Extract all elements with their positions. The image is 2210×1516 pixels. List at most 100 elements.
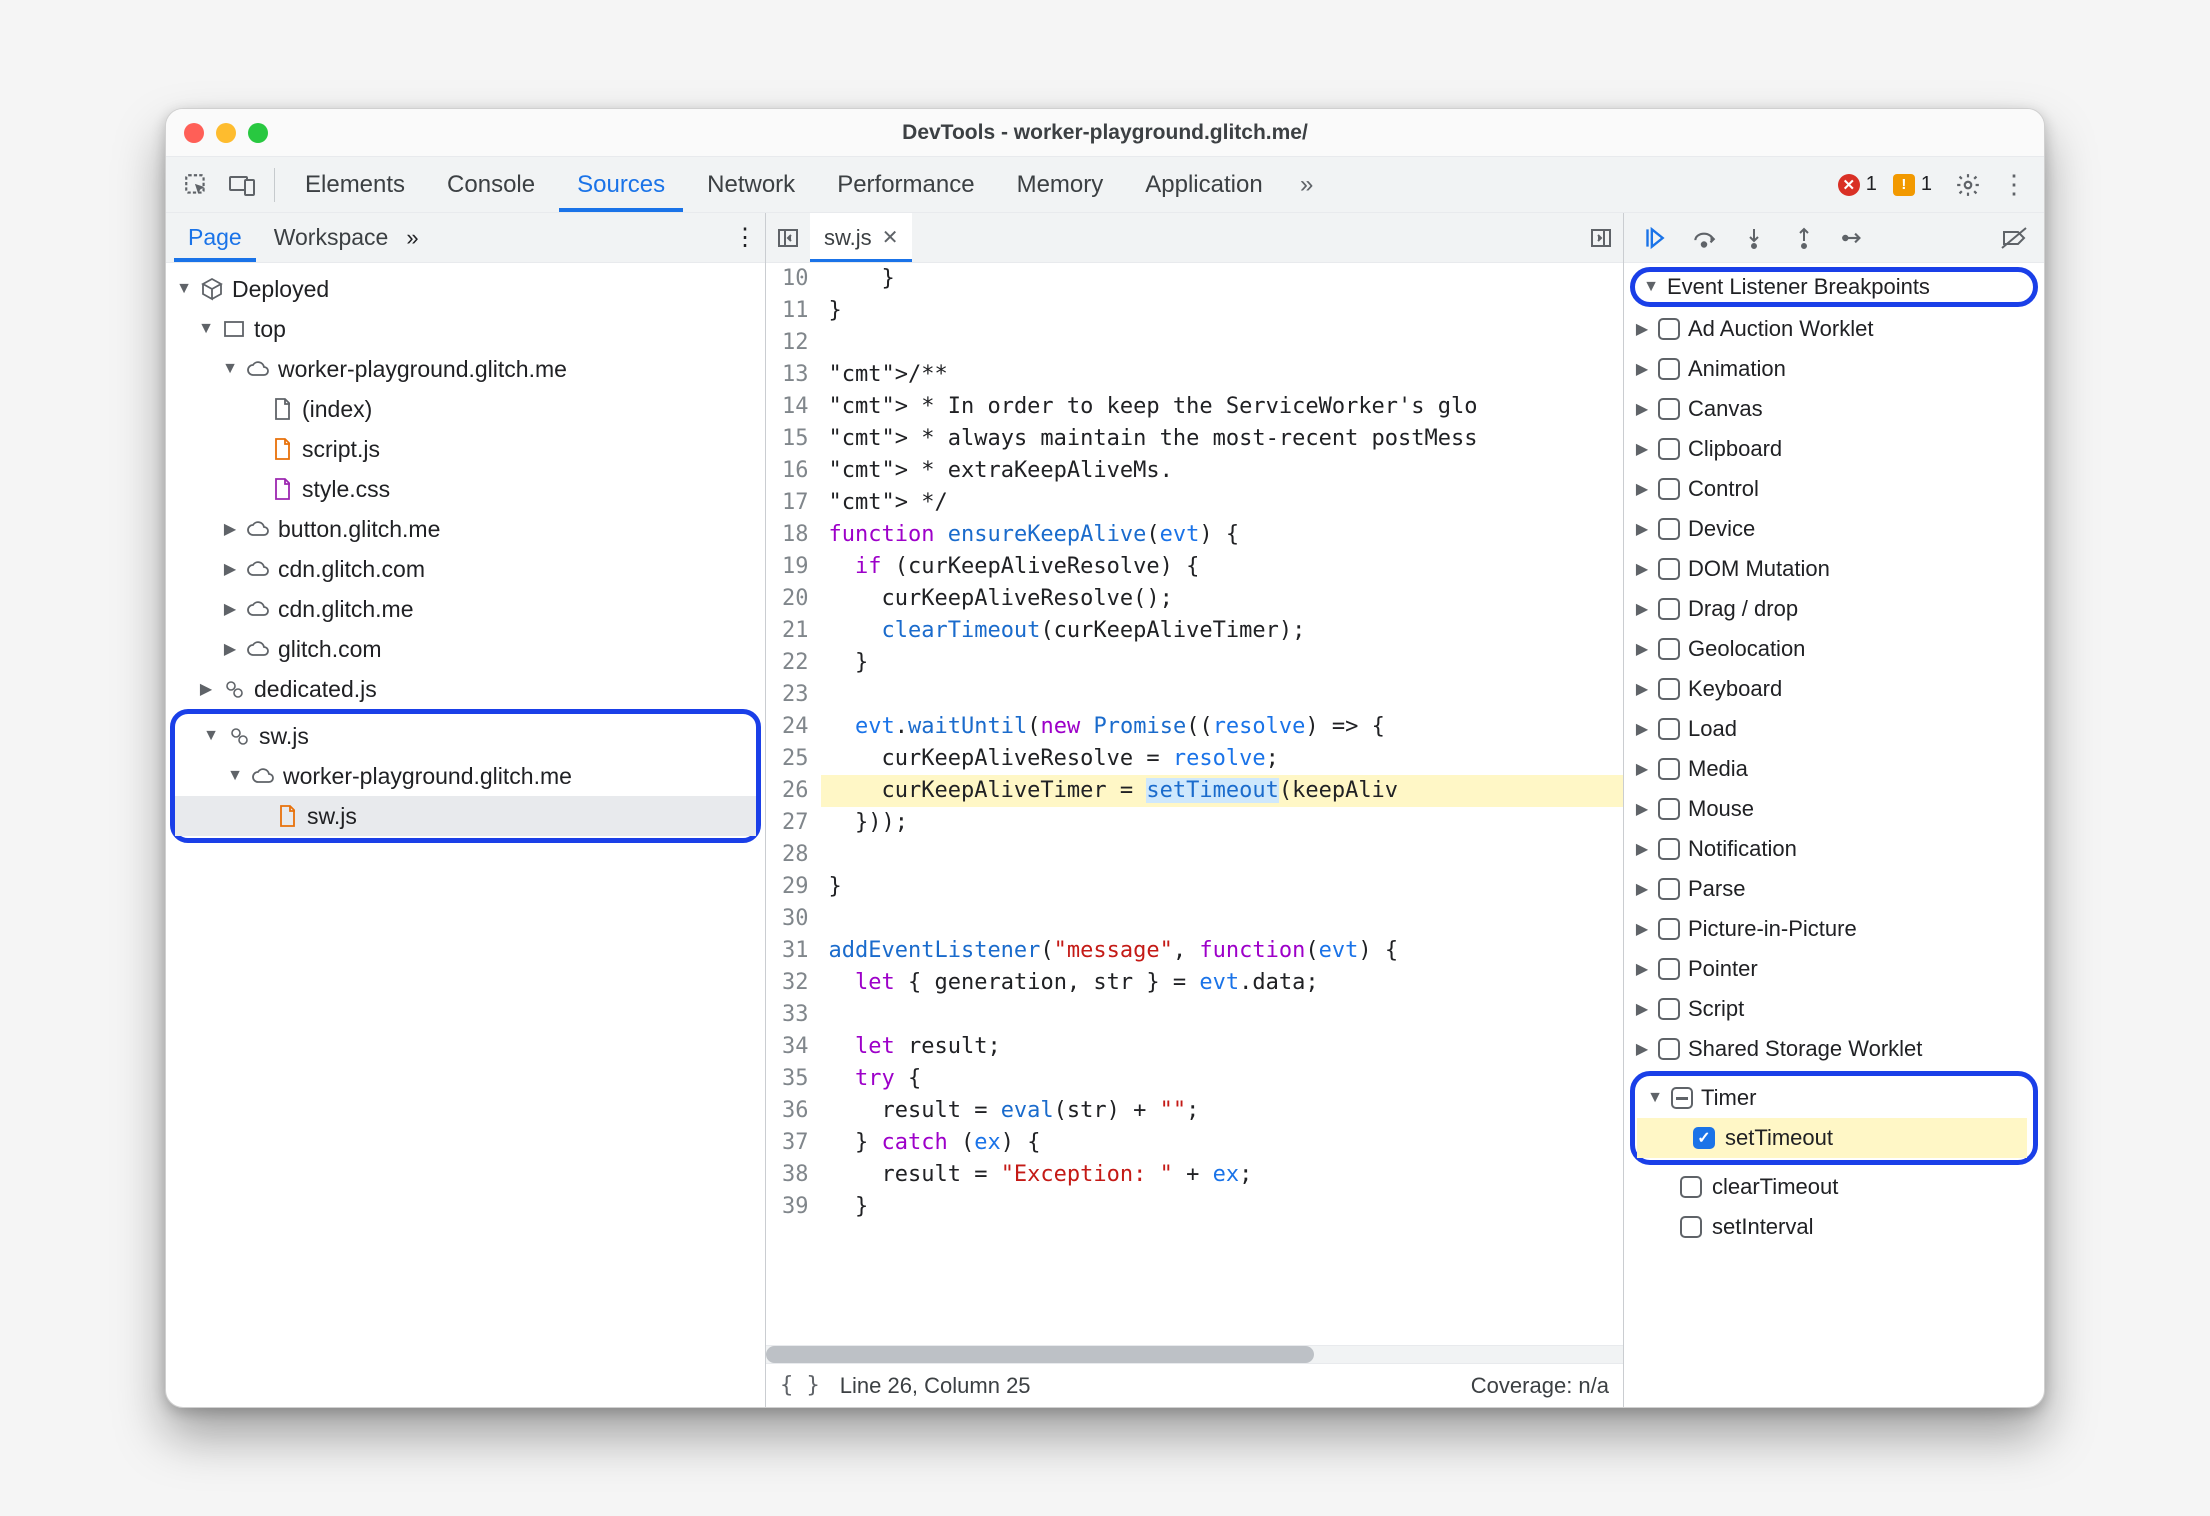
step-into-icon[interactable] <box>1732 218 1776 258</box>
category-timer[interactable]: ▼ Timer <box>1637 1078 2027 1118</box>
checkbox[interactable] <box>1658 398 1680 420</box>
editor-tabs: sw.js ✕ <box>766 213 1623 263</box>
checkbox-timer[interactable] <box>1671 1087 1693 1109</box>
tree-sw-root[interactable]: ▼ sw.js <box>175 716 756 756</box>
category-dom-mutation[interactable]: ▶DOM Mutation <box>1624 549 2044 589</box>
checkbox-settimeout[interactable] <box>1693 1127 1715 1149</box>
checkbox[interactable] <box>1658 998 1680 1020</box>
tree-file-stylecss[interactable]: style.css <box>170 469 761 509</box>
category-shared-storage-worklet[interactable]: ▶Shared Storage Worklet <box>1624 1029 2044 1069</box>
category-load[interactable]: ▶Load <box>1624 709 2044 749</box>
toggle-navigator-icon[interactable] <box>766 213 810 262</box>
checkbox[interactable] <box>1658 878 1680 900</box>
tree-origin-glitch[interactable]: ▶ glitch.com <box>170 629 761 669</box>
close-tab-icon[interactable]: ✕ <box>882 225 899 250</box>
checkbox[interactable] <box>1658 558 1680 580</box>
step-icon[interactable] <box>1832 218 1876 258</box>
tree-file-scriptjs[interactable]: script.js <box>170 429 761 469</box>
category-pointer[interactable]: ▶Pointer <box>1624 949 2044 989</box>
category-drag-drop[interactable]: ▶Drag / drop <box>1624 589 2044 629</box>
navigator-tabs: Page Workspace » ⋮ <box>166 213 765 263</box>
category-picture-in-picture[interactable]: ▶Picture-in-Picture <box>1624 909 2044 949</box>
category-media[interactable]: ▶Media <box>1624 749 2044 789</box>
checkbox[interactable] <box>1658 358 1680 380</box>
checkbox[interactable] <box>1658 758 1680 780</box>
breakpoint-cleartimeout[interactable]: clearTimeout <box>1624 1167 2044 1207</box>
resume-icon[interactable] <box>1632 218 1676 258</box>
settings-icon[interactable] <box>1948 165 1988 205</box>
tab-performance[interactable]: Performance <box>819 157 992 212</box>
tree-origin-cdncom[interactable]: ▶ cdn.glitch.com <box>170 549 761 589</box>
tree-sw-file[interactable]: sw.js <box>175 796 756 836</box>
tree-root-deployed[interactable]: ▼ Deployed <box>170 269 761 309</box>
file-tree[interactable]: ▼ Deployed ▼ top ▼ worker-playground.gli… <box>166 263 765 1407</box>
checkbox[interactable] <box>1658 318 1680 340</box>
event-listener-breakpoints-header[interactable]: ▼ Event Listener Breakpoints <box>1630 267 2038 307</box>
tree-origin-cdnme[interactable]: ▶ cdn.glitch.me <box>170 589 761 629</box>
more-tabs-icon[interactable]: » <box>1287 165 1327 205</box>
tab-console[interactable]: Console <box>429 157 553 212</box>
tree-origin-main[interactable]: ▼ worker-playground.glitch.me <box>170 349 761 389</box>
horizontal-scrollbar[interactable] <box>766 1345 1623 1363</box>
pretty-print-icon[interactable]: { } <box>780 1373 820 1398</box>
code-content[interactable]: }}"cmt">/**"cmt"> * In order to keep the… <box>821 263 1624 1345</box>
more-nav-tabs-icon[interactable]: » <box>406 225 418 251</box>
editor-tab-swjs[interactable]: sw.js ✕ <box>810 213 912 262</box>
tree-origin-button[interactable]: ▶ button.glitch.me <box>170 509 761 549</box>
checkbox[interactable] <box>1658 438 1680 460</box>
code-editor[interactable]: 1011121314151617181920212223242526272829… <box>766 263 1623 1345</box>
inspect-icon[interactable] <box>176 165 216 205</box>
device-toggle-icon[interactable] <box>222 165 262 205</box>
checkbox[interactable] <box>1658 478 1680 500</box>
tree-top[interactable]: ▼ top <box>170 309 761 349</box>
category-notification[interactable]: ▶Notification <box>1624 829 2044 869</box>
breakpoint-setinterval[interactable]: setInterval <box>1624 1207 2044 1247</box>
step-over-icon[interactable] <box>1682 218 1726 258</box>
checkbox[interactable] <box>1658 798 1680 820</box>
toggle-debugger-icon[interactable] <box>1579 213 1623 262</box>
checkbox-setinterval[interactable] <box>1680 1216 1702 1238</box>
deactivate-breakpoints-icon[interactable] <box>1992 218 2036 258</box>
checkbox[interactable] <box>1658 958 1680 980</box>
breakpoint-settimeout[interactable]: setTimeout <box>1637 1118 2027 1158</box>
category-keyboard[interactable]: ▶Keyboard <box>1624 669 2044 709</box>
nav-tab-workspace[interactable]: Workspace <box>260 213 403 262</box>
category-control[interactable]: ▶Control <box>1624 469 2044 509</box>
category-ad-auction-worklet[interactable]: ▶Ad Auction Worklet <box>1624 309 2044 349</box>
checkbox-cleartimeout[interactable] <box>1680 1176 1702 1198</box>
tree-sw-origin[interactable]: ▼ worker-playground.glitch.me <box>175 756 756 796</box>
tab-sources[interactable]: Sources <box>559 157 683 212</box>
category-parse[interactable]: ▶Parse <box>1624 869 2044 909</box>
tree-file-index[interactable]: (index) <box>170 389 761 429</box>
error-badge[interactable]: ✕ 1 <box>1838 173 1877 196</box>
checkbox[interactable] <box>1658 598 1680 620</box>
category-device[interactable]: ▶Device <box>1624 509 2044 549</box>
tab-elements[interactable]: Elements <box>287 157 423 212</box>
tab-application[interactable]: Application <box>1127 157 1280 212</box>
breakpoints-sections[interactable]: ▼ Event Listener Breakpoints ▶Ad Auction… <box>1624 263 2044 1407</box>
cloud-icon <box>246 357 270 381</box>
checkbox[interactable] <box>1658 838 1680 860</box>
category-animation[interactable]: ▶Animation <box>1624 349 2044 389</box>
checkbox[interactable] <box>1658 1038 1680 1060</box>
category-canvas[interactable]: ▶Canvas <box>1624 389 2044 429</box>
category-mouse[interactable]: ▶Mouse <box>1624 789 2044 829</box>
window-title: DevTools - worker-playground.glitch.me/ <box>166 121 2044 145</box>
checkbox[interactable] <box>1658 518 1680 540</box>
kebab-menu-icon[interactable]: ⋮ <box>1994 165 2034 205</box>
checkbox[interactable] <box>1658 678 1680 700</box>
tab-network[interactable]: Network <box>689 157 813 212</box>
checkbox[interactable] <box>1658 718 1680 740</box>
tab-memory[interactable]: Memory <box>999 157 1122 212</box>
checkbox[interactable] <box>1658 918 1680 940</box>
step-out-icon[interactable] <box>1782 218 1826 258</box>
category-geolocation[interactable]: ▶Geolocation <box>1624 629 2044 669</box>
warning-icon: ! <box>1893 174 1915 196</box>
warning-badge[interactable]: ! 1 <box>1893 173 1932 196</box>
nav-tab-page[interactable]: Page <box>174 213 256 262</box>
tree-dedicated[interactable]: ▶ dedicated.js <box>170 669 761 709</box>
category-clipboard[interactable]: ▶Clipboard <box>1624 429 2044 469</box>
checkbox[interactable] <box>1658 638 1680 660</box>
category-script[interactable]: ▶Script <box>1624 989 2044 1029</box>
nav-kebab-icon[interactable]: ⋮ <box>733 223 757 252</box>
